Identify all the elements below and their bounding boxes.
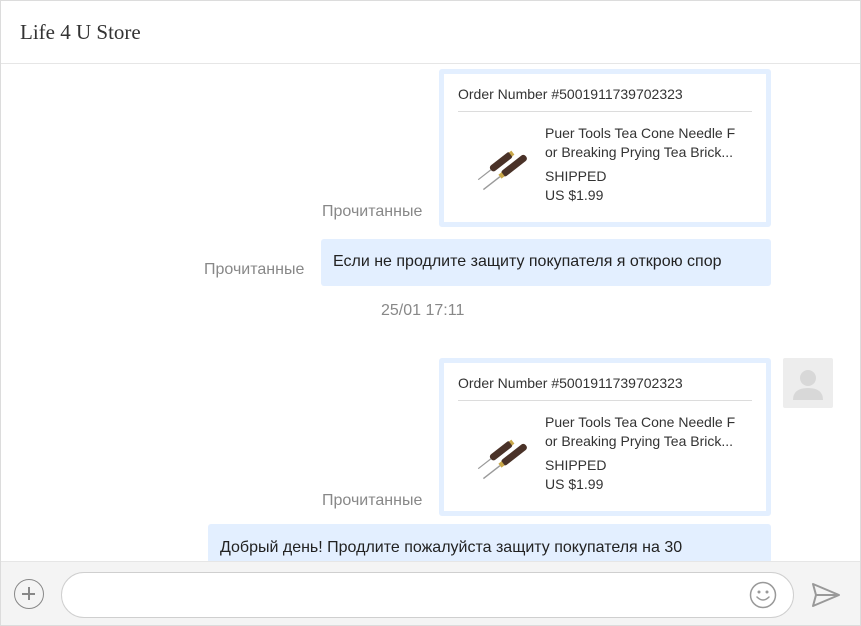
message-text: Добрый день! Продлите пожалуйста защиту …	[220, 539, 683, 556]
order-card[interactable]: Order Number #5001911739702323 Puer Tool…	[439, 358, 771, 516]
message-input[interactable]	[61, 572, 794, 618]
product-name[interactable]: Puer Tools Tea Cone Needle F or Breaking…	[545, 413, 755, 451]
read-receipt: Прочитанные	[204, 261, 305, 278]
store-name: Life 4 U Store	[20, 20, 141, 44]
emoji-icon[interactable]	[749, 581, 777, 609]
product-thumbnail[interactable]	[468, 134, 540, 194]
product-name-line1: Puer Tools Tea Cone Needle F	[545, 414, 736, 430]
order-price: US $1.99	[545, 187, 604, 203]
product-name-line1: Puer Tools Tea Cone Needle F	[545, 125, 736, 141]
order-card[interactable]: Order Number #5001911739702323 Puer Tool…	[439, 69, 771, 227]
message-bubble: Если не продлите защиту покупателя я отк…	[321, 239, 771, 286]
product-name-line2: or Breaking Prying Tea Brick...	[545, 433, 734, 449]
order-number: Order Number #5001911739702323	[458, 86, 683, 102]
product-name-line2: or Breaking Prying Tea Brick...	[545, 144, 734, 160]
message-bubble: Добрый день! Продлите пожалуйста защиту …	[208, 524, 771, 561]
avatar	[783, 358, 833, 408]
user-silhouette-icon	[793, 370, 823, 400]
order-status: SHIPPED	[545, 457, 607, 473]
order-price: US $1.99	[545, 476, 604, 492]
read-receipt: Прочитанные	[322, 203, 423, 220]
add-icon[interactable]	[14, 579, 44, 609]
product-thumbnail[interactable]	[468, 423, 540, 483]
message-timestamp: 25/01 17:11	[381, 302, 465, 319]
order-divider	[458, 111, 752, 112]
message-text: Если не продлите защиту покупателя я отк…	[333, 253, 722, 270]
chat-header: Life 4 U Store	[1, 1, 860, 64]
read-receipt: Прочитанные	[322, 492, 423, 509]
product-name[interactable]: Puer Tools Tea Cone Needle F or Breaking…	[545, 124, 755, 162]
chat-window: Life 4 U Store Order Number #50019117397…	[0, 0, 861, 626]
order-status: SHIPPED	[545, 168, 607, 184]
message-list[interactable]: Order Number #5001911739702323 Puer Tool…	[1, 65, 860, 561]
send-icon[interactable]	[811, 582, 841, 608]
message-composer	[1, 561, 860, 625]
order-number: Order Number #5001911739702323	[458, 375, 683, 391]
order-divider	[458, 400, 752, 401]
